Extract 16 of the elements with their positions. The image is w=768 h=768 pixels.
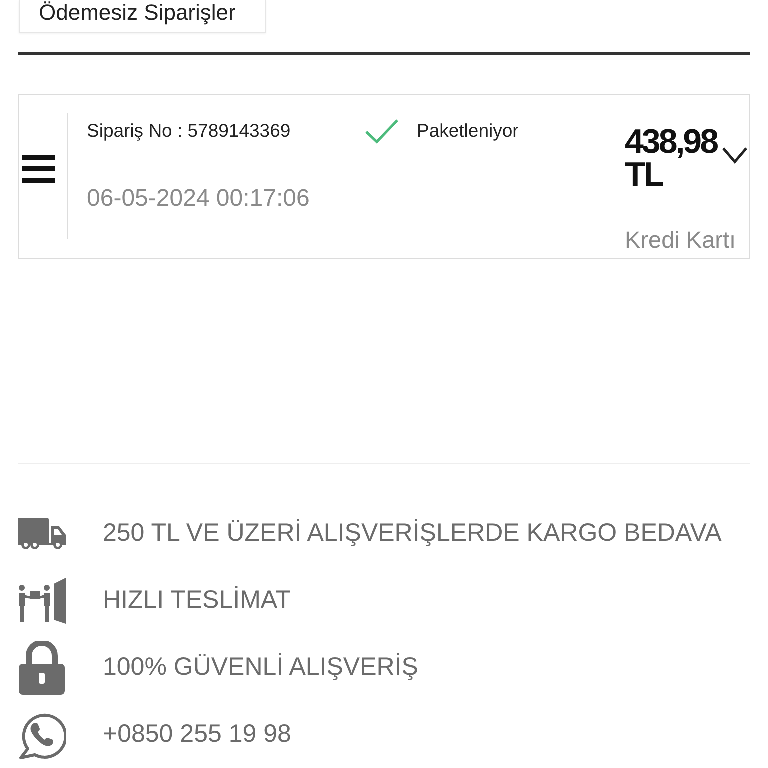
check-icon [365, 118, 399, 144]
lock-icon [19, 640, 65, 694]
feature-text: 100% GÜVENLİ ALIŞVERİŞ [103, 653, 418, 682]
delivery-people-icon [18, 578, 66, 624]
order-total: 438,98 TL [625, 126, 718, 192]
menu-icon[interactable] [22, 154, 55, 183]
feature-text: 250 TL VE ÜZERİ ALIŞVERİŞLERDE KARGO BEDAVA [103, 519, 722, 548]
unpaid-orders-button[interactable]: Ödemesiz Siparişler [19, 0, 266, 33]
feature-text: HIZLI TESLİMAT [103, 586, 292, 615]
order-status: Paketleniyor [417, 120, 519, 142]
payment-method: Kredi Kartı [625, 227, 736, 254]
chevron-icon[interactable] [722, 146, 748, 164]
order-date: 06-05-2024 00:17:06 [87, 184, 310, 213]
order-number: Sipariş No : 5789143369 [87, 120, 292, 142]
truck-icon [18, 518, 66, 550]
feature-text: +0850 255 19 98 [103, 720, 292, 749]
